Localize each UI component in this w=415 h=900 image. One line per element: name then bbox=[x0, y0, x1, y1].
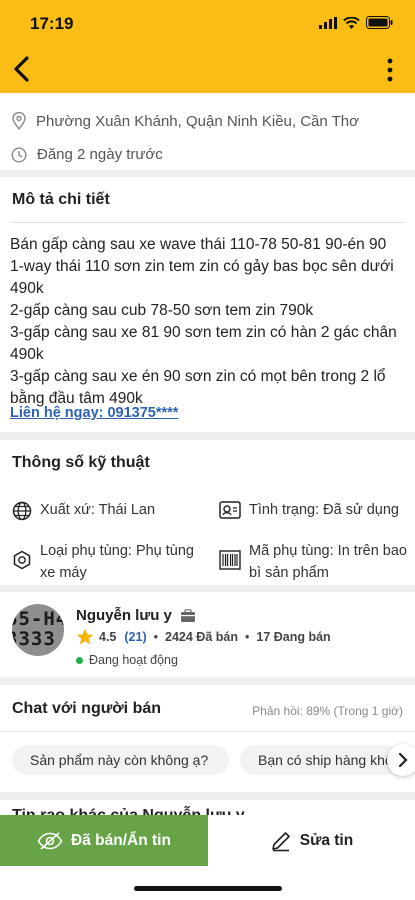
seller-selling: 17 Đang bán bbox=[256, 630, 331, 644]
seller-name[interactable]: Nguyễn lưu y bbox=[76, 607, 172, 624]
star-icon bbox=[76, 629, 94, 645]
seller-reviews[interactable]: (21) bbox=[124, 630, 146, 644]
battery-icon bbox=[366, 16, 393, 29]
dot-separator: • bbox=[244, 630, 250, 644]
posted-text: Đăng 2 ngày trước bbox=[37, 146, 163, 163]
chat-suggestion-chip[interactable]: Sản phẩm này còn không ạ? bbox=[12, 745, 229, 775]
location-card: Phường Xuân Khánh, Quận Ninh Kiều, Cần T… bbox=[0, 93, 415, 170]
dot-separator: • bbox=[153, 630, 159, 644]
shop-badge-icon bbox=[180, 608, 195, 622]
description-text: Bán gấp càng sau xe wave thái 110-78 50-… bbox=[10, 236, 397, 407]
chevron-right-icon bbox=[398, 752, 408, 768]
top-header: 17:19 bbox=[0, 0, 415, 93]
nut-icon bbox=[13, 550, 31, 570]
bottom-action-bar: Đã bán/Ẩn tin Sửa tin bbox=[0, 815, 415, 900]
spec-origin-text: Xuất xứ: Thái Lan bbox=[40, 502, 156, 518]
avatar[interactable]: 65-H4 3333 bbox=[12, 604, 64, 656]
spec-part-code-text: Mã phụ tùng: In trên bao bì sản phẩm bbox=[249, 543, 407, 581]
eye-slash-icon bbox=[37, 831, 63, 850]
spec-part-code: Mã phụ tùng: In trên bao bì sản phẩm bbox=[219, 540, 409, 584]
address-text: Phường Xuân Khánh, Quận Ninh Kiều, Cần T… bbox=[36, 112, 359, 130]
seller-rating: 4.5 bbox=[99, 630, 117, 644]
sold-hide-button[interactable]: Đã bán/Ẩn tin bbox=[0, 815, 208, 866]
wifi-icon bbox=[343, 16, 360, 29]
spec-origin: Xuất xứ: Thái Lan bbox=[12, 499, 155, 521]
edit-button[interactable]: Sửa tin bbox=[208, 815, 415, 866]
chat-title: Chat với người bán bbox=[12, 700, 162, 717]
seller-name-row: Nguyễn lưu y bbox=[76, 607, 196, 624]
chips-next-button[interactable] bbox=[387, 744, 415, 776]
address-row: Phường Xuân Khánh, Quận Ninh Kiều, Cần T… bbox=[12, 112, 359, 130]
contact-link[interactable]: Liên hệ ngay: 091375**** bbox=[10, 405, 178, 421]
condition-icon bbox=[219, 501, 241, 519]
signal-icon bbox=[319, 16, 337, 29]
pencil-icon bbox=[271, 831, 290, 851]
posted-row: Đăng 2 ngày trước bbox=[11, 146, 163, 163]
description-title: Mô tả chi tiết bbox=[12, 191, 110, 208]
spec-condition-text: Tình trạng: Đã sử dụng bbox=[249, 502, 399, 518]
spec-part-type-text: Loại phụ tùng: Phụ tùng xe máy bbox=[40, 543, 194, 581]
chat-response-rate: Phản hồi: 89% (Trong 1 giờ) bbox=[252, 704, 403, 718]
more-options-icon[interactable] bbox=[387, 58, 393, 82]
home-indicator bbox=[134, 886, 282, 891]
globe-icon bbox=[12, 501, 32, 521]
chat-suggestion-chip[interactable]: Bạn có ship hàng không? bbox=[240, 745, 400, 775]
seller-status: Đang hoạt động bbox=[89, 653, 178, 667]
sold-hide-label: Đã bán/Ẩn tin bbox=[71, 831, 171, 849]
seller-sold: 2424 Đã bán bbox=[165, 630, 238, 644]
online-dot-icon bbox=[76, 656, 83, 664]
seller-status-row: Đang hoạt động bbox=[76, 653, 178, 667]
divider bbox=[10, 222, 405, 223]
clock-icon bbox=[11, 146, 27, 163]
status-icons bbox=[319, 16, 393, 29]
divider bbox=[0, 731, 415, 732]
edit-label: Sửa tin bbox=[299, 831, 354, 849]
status-time: 17:19 bbox=[30, 14, 74, 33]
spec-part-type: Loại phụ tùng: Phụ tùng xe máy bbox=[12, 540, 202, 584]
avatar-plate-text: 65-H4 3333 bbox=[12, 608, 64, 650]
barcode-icon bbox=[219, 550, 241, 570]
back-arrow-icon[interactable] bbox=[10, 55, 34, 83]
location-pin-icon bbox=[12, 112, 26, 130]
specs-title: Thông số kỹ thuật bbox=[12, 454, 150, 471]
seller-stats: 4.5 (21) • 2424 Đã bán • 17 Đang bán bbox=[76, 628, 331, 646]
chat-card: Chat với người bán Phản hồi: 89% (Trong … bbox=[0, 685, 415, 792]
spec-condition: Tình trạng: Đã sử dụng bbox=[219, 499, 399, 521]
seller-card[interactable]: 65-H4 3333 Nguyễn lưu y 4.5 (21) • 2424 … bbox=[0, 592, 415, 677]
